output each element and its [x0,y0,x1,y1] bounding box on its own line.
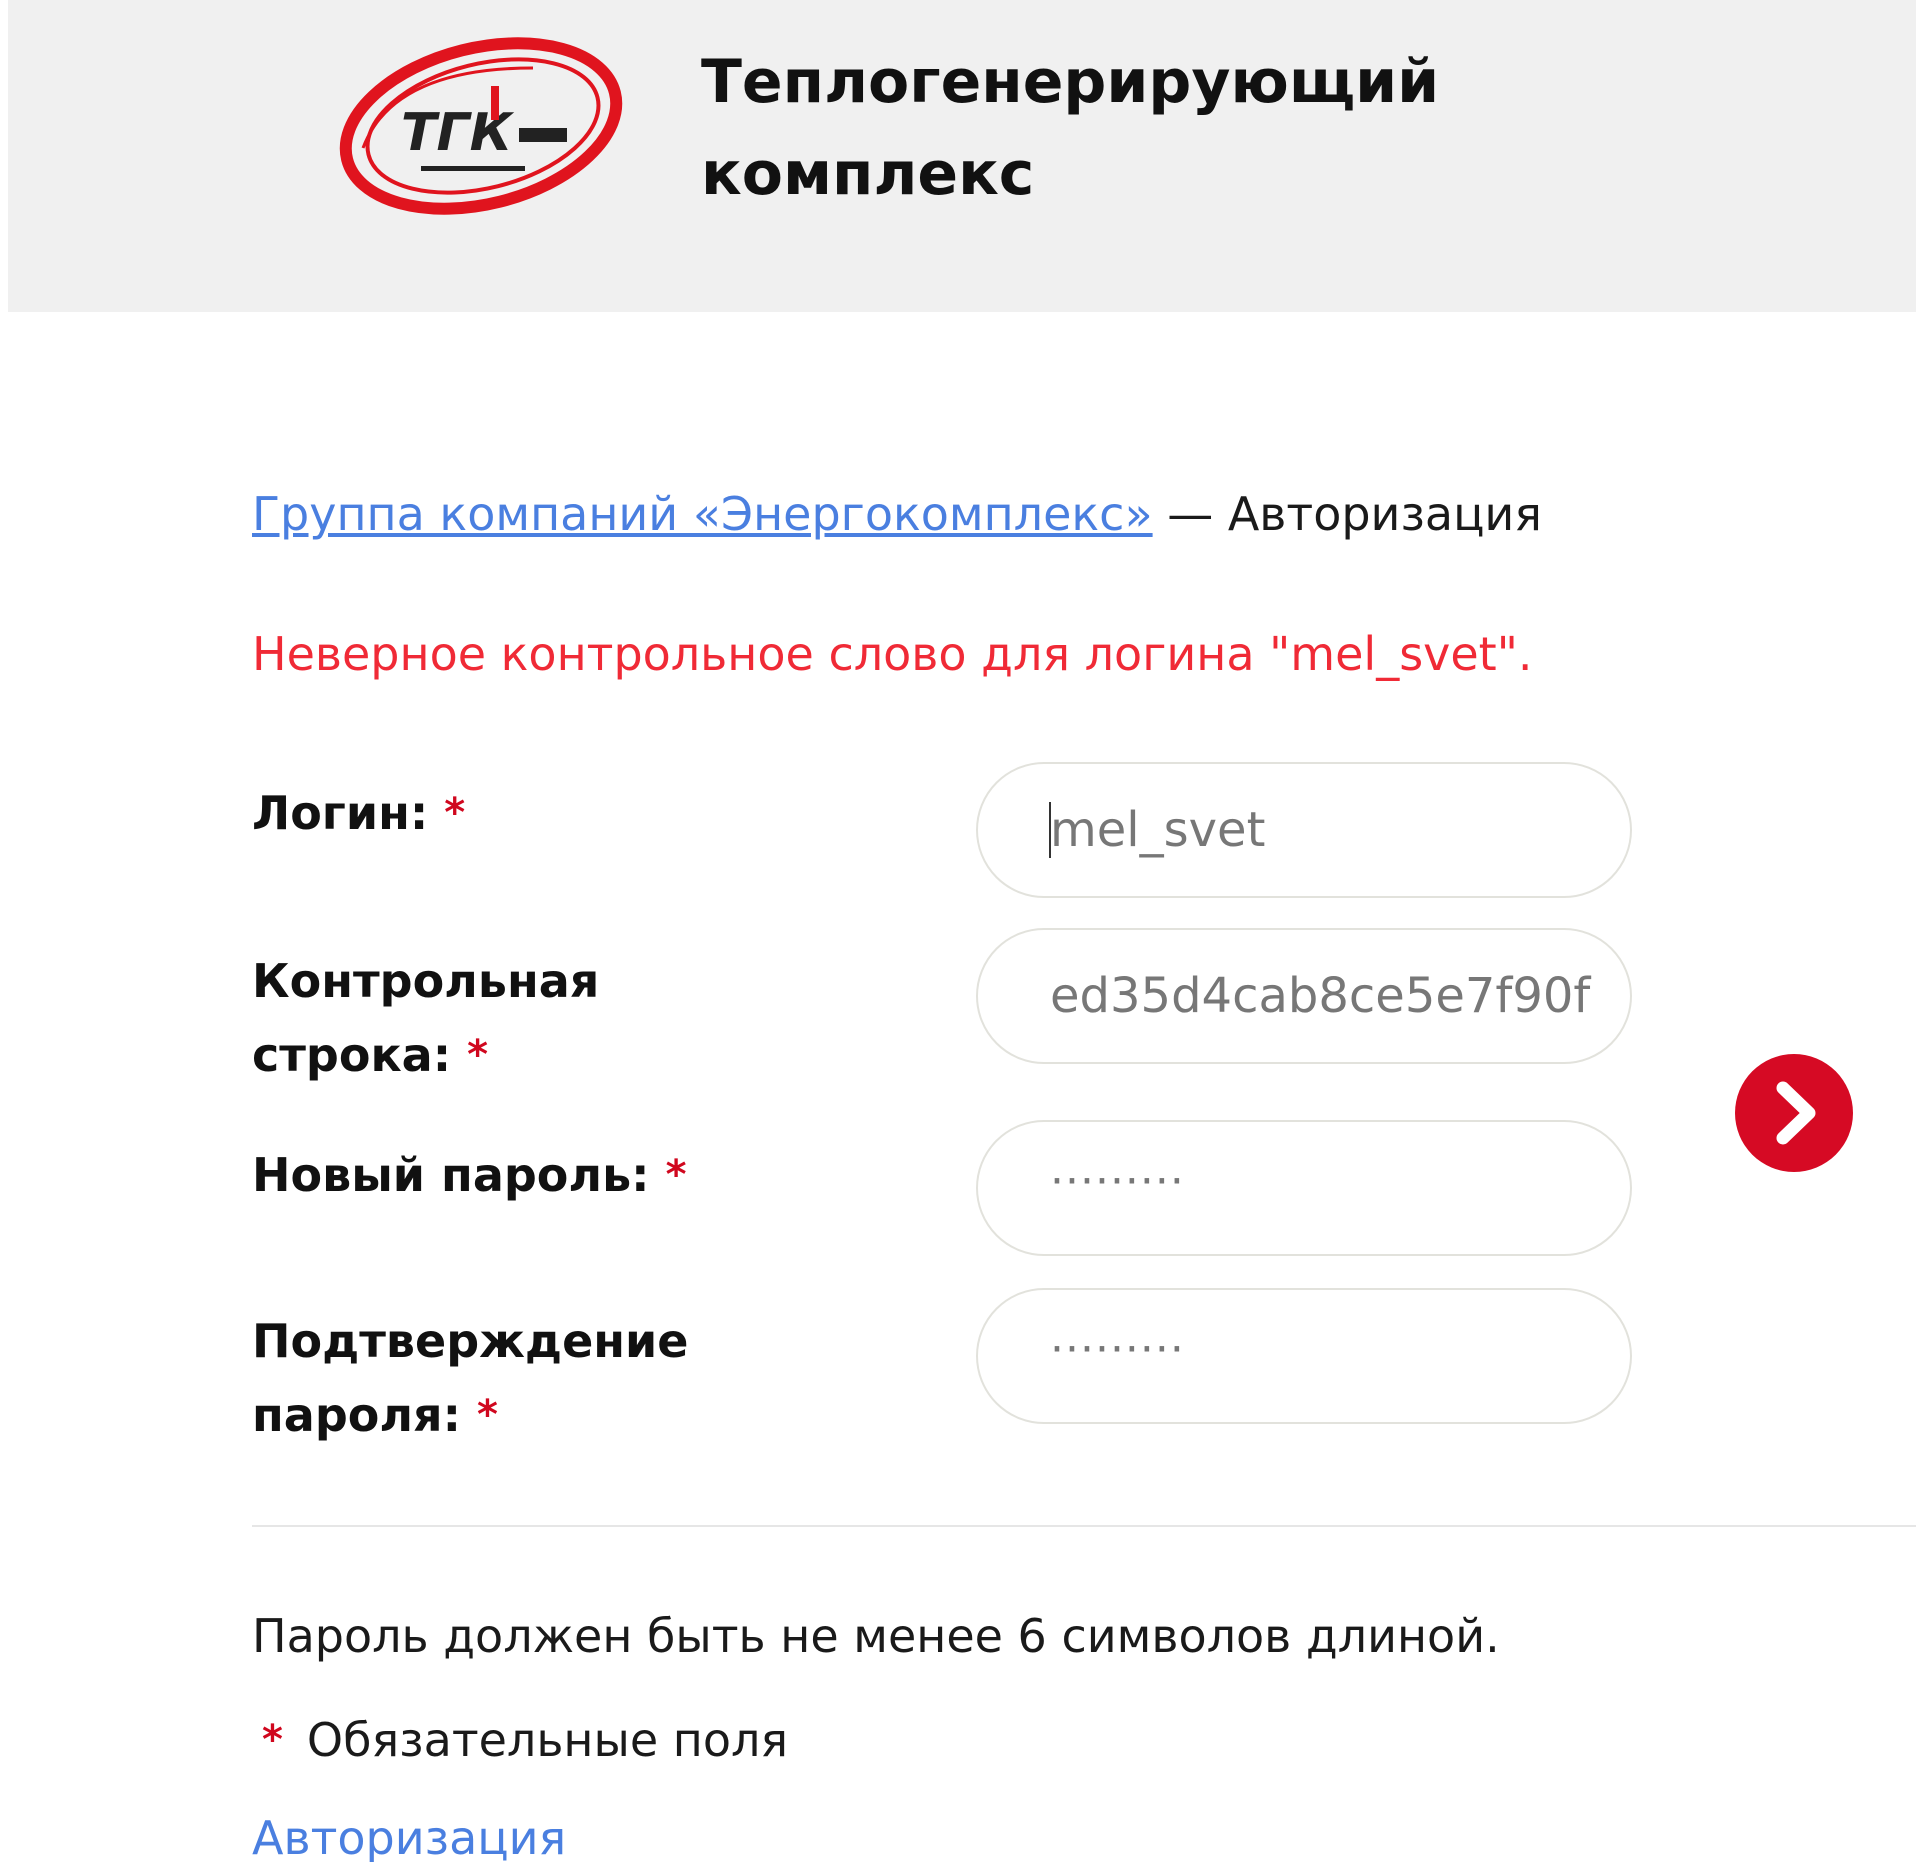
confirm-password-label: Подтверждение пароля: * [252,1304,932,1452]
checkword-label-text: Контрольная строка: [252,954,600,1082]
confirm-password-value: ········· [1050,1324,1185,1375]
login-value: mel_svet [1050,802,1266,858]
login-field[interactable]: mel_svet [976,762,1632,898]
confirm-password-label-text: Подтверждение пароля: [252,1314,689,1442]
breadcrumb-separator: — [1152,487,1228,541]
tgk-logo-icon[interactable]: ТГК [333,28,633,218]
new-password-label: Новый пароль: * [252,1138,932,1212]
new-password-value: ········· [1050,1156,1185,1207]
error-message: Неверное контрольное слово для логина "m… [252,627,1533,681]
required-fields-note: * Обязательные поля [262,1712,788,1768]
new-password-field[interactable]: ········· [976,1120,1632,1256]
required-asterisk: * [262,1717,283,1763]
new-password-label-text: Новый пароль: [252,1148,650,1202]
breadcrumb: Группа компаний «Энергокомплекс» — Автор… [252,486,1542,542]
login-label-text: Логин: [252,786,429,840]
breadcrumb-current: Авторизация [1227,487,1542,541]
login-label: Логин: * [252,776,932,850]
checkword-field[interactable]: ed35d4cab8ce5e7f90f [976,928,1632,1064]
required-asterisk: * [467,1032,489,1078]
required-asterisk: * [665,1152,687,1198]
page: ТГК Теплогенерирующий комплекс Группа ко… [0,0,1920,1862]
checkword-value: ed35d4cab8ce5e7f90f [1050,968,1591,1024]
checkword-label: Контрольная строка: * [252,944,932,1092]
required-fields-text: Обязательные поля [306,1713,789,1767]
breadcrumb-link-energocomplex[interactable]: Группа компаний «Энергокомплекс» [252,487,1153,541]
confirm-password-field[interactable]: ········· [976,1288,1632,1424]
submit-button[interactable] [1735,1054,1853,1172]
divider [252,1525,1916,1527]
required-asterisk: * [476,1392,498,1438]
site-header: ТГК Теплогенерирующий комплекс [8,0,1916,312]
required-asterisk: * [444,790,466,836]
chevron-right-icon [1776,1081,1816,1145]
brand-title: Теплогенерирующий комплекс [701,47,1440,209]
password-length-note: Пароль должен быть не менее 6 символов д… [252,1609,1500,1663]
authorization-link[interactable]: Авторизация [252,1810,566,1862]
